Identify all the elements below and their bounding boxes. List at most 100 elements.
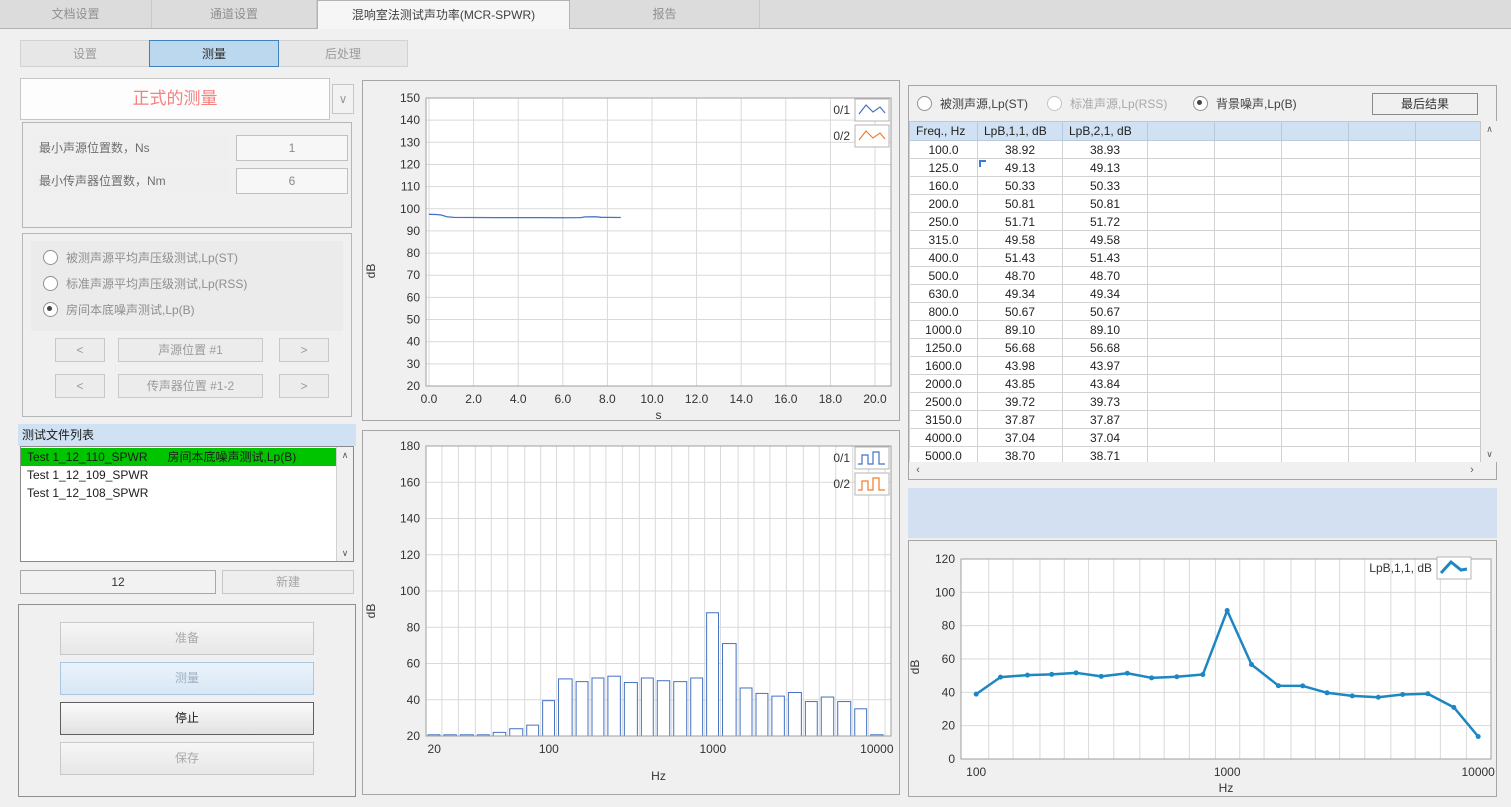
table-cell[interactable]: 38.92	[978, 141, 1063, 159]
table-row[interactable]: 160.050.3350.33	[910, 177, 1481, 195]
prepare-button[interactable]: 准备	[60, 622, 314, 655]
measure-button[interactable]: 测量	[60, 662, 314, 695]
table-row[interactable]: 200.050.8150.81	[910, 195, 1481, 213]
table-cell[interactable]: 50.81	[978, 195, 1063, 213]
table-cell[interactable]	[1349, 393, 1416, 411]
table-cell[interactable]	[1416, 141, 1481, 159]
table-cell[interactable]: 37.87	[978, 411, 1063, 429]
table-vertical-scrollbar[interactable]: ∧ ∨	[1480, 121, 1498, 462]
last-result-button[interactable]: 最后结果	[1372, 93, 1478, 115]
table-cell[interactable]	[1215, 267, 1282, 285]
table-cell[interactable]	[1215, 249, 1282, 267]
table-cell[interactable]	[1148, 411, 1215, 429]
table-cell[interactable]	[1148, 159, 1215, 177]
table-cell[interactable]: 37.04	[978, 429, 1063, 447]
mic-next-button[interactable]: >	[279, 374, 329, 398]
display-radio-lp-st[interactable]: 被测声源,Lp(ST)	[917, 95, 1028, 111]
table-cell[interactable]: 51.43	[978, 249, 1063, 267]
mic-prev-button[interactable]: <	[55, 374, 105, 398]
table-cell[interactable]	[1148, 375, 1215, 393]
table-cell[interactable]	[1416, 321, 1481, 339]
table-cell[interactable]: 50.33	[1063, 177, 1148, 195]
table-cell[interactable]: 50.81	[1063, 195, 1148, 213]
display-radio-lp-rss[interactable]: 标准声源,Lp(RSS)	[1047, 95, 1167, 111]
table-cell[interactable]: 250.0	[910, 213, 978, 231]
table-cell[interactable]	[1148, 195, 1215, 213]
table-cell[interactable]	[1148, 339, 1215, 357]
source-position-button[interactable]: 声源位置 #1	[118, 338, 263, 362]
table-cell[interactable]	[1282, 213, 1349, 231]
subtab-postprocess[interactable]: 后处理	[278, 40, 408, 67]
table-cell[interactable]: 49.58	[978, 231, 1063, 249]
table-cell[interactable]: 51.43	[1063, 249, 1148, 267]
display-radio-lp-b[interactable]: 背景噪声,Lp(B)	[1193, 95, 1297, 111]
table-cell[interactable]: 4000.0	[910, 429, 978, 447]
table-cell[interactable]: 37.04	[1063, 429, 1148, 447]
scroll-down-icon[interactable]: ∨	[337, 545, 353, 561]
table-cell[interactable]: 1250.0	[910, 339, 978, 357]
table-cell[interactable]: 800.0	[910, 303, 978, 321]
table-cell[interactable]	[1282, 393, 1349, 411]
table-cell[interactable]	[1282, 429, 1349, 447]
table-cell[interactable]	[1349, 375, 1416, 393]
table-cell[interactable]	[1349, 213, 1416, 231]
table-row[interactable]: 125.049.1349.13	[910, 159, 1481, 177]
table-cell[interactable]	[1148, 447, 1215, 463]
table-cell[interactable]: 43.85	[978, 375, 1063, 393]
file-list-item[interactable]: Test 1_12_110_SPWR房间本底噪声测试,Lp(B)	[21, 448, 336, 466]
table-horizontal-scrollbar[interactable]: ‹ ›	[910, 463, 1480, 479]
table-cell[interactable]: 125.0	[910, 159, 978, 177]
table-cell[interactable]	[1215, 195, 1282, 213]
subtab-setup[interactable]: 设置	[20, 40, 150, 67]
table-cell[interactable]	[1215, 339, 1282, 357]
table-row[interactable]: 1250.056.6856.68	[910, 339, 1481, 357]
table-cell[interactable]	[1349, 141, 1416, 159]
radio-lp-rss[interactable]: 标准声源平均声压级测试,Lp(RSS)	[43, 275, 247, 291]
table-cell[interactable]: 49.34	[1063, 285, 1148, 303]
table-cell[interactable]	[1148, 321, 1215, 339]
table-cell[interactable]: 89.10	[978, 321, 1063, 339]
table-cell[interactable]	[1416, 357, 1481, 375]
table-cell[interactable]	[1282, 159, 1349, 177]
table-cell[interactable]	[1416, 213, 1481, 231]
table-cell[interactable]: 43.84	[1063, 375, 1148, 393]
table-cell[interactable]: 50.67	[978, 303, 1063, 321]
table-cell[interactable]	[1215, 321, 1282, 339]
table-cell[interactable]	[1416, 447, 1481, 463]
table-cell[interactable]: 56.68	[1063, 339, 1148, 357]
file-list-item[interactable]: Test 1_12_109_SPWR	[21, 466, 336, 484]
table-cell[interactable]	[1349, 267, 1416, 285]
table-cell[interactable]: 1000.0	[910, 321, 978, 339]
table-cell[interactable]	[1148, 285, 1215, 303]
table-cell[interactable]	[1349, 231, 1416, 249]
table-cell[interactable]: 1600.0	[910, 357, 978, 375]
stop-button[interactable]: 停止	[60, 702, 314, 735]
table-cell[interactable]	[1349, 429, 1416, 447]
table-cell[interactable]	[1282, 447, 1349, 463]
table-cell[interactable]	[1215, 231, 1282, 249]
table-cell[interactable]	[1215, 375, 1282, 393]
radio-lp-b[interactable]: 房间本底噪声测试,Lp(B)	[43, 301, 195, 317]
table-cell[interactable]	[1282, 285, 1349, 303]
table-cell[interactable]	[1349, 249, 1416, 267]
table-cell[interactable]: 37.87	[1063, 411, 1148, 429]
table-cell[interactable]: 630.0	[910, 285, 978, 303]
table-row[interactable]: 800.050.6750.67	[910, 303, 1481, 321]
table-cell[interactable]: 38.93	[1063, 141, 1148, 159]
file-list-scrollbar[interactable]: ∧ ∨	[336, 447, 353, 561]
table-cell[interactable]	[1148, 429, 1215, 447]
table-row[interactable]: 3150.037.8737.87	[910, 411, 1481, 429]
table-cell[interactable]: 50.67	[1063, 303, 1148, 321]
table-cell[interactable]	[1282, 321, 1349, 339]
table-cell[interactable]	[1416, 429, 1481, 447]
table-row[interactable]: 400.051.4351.43	[910, 249, 1481, 267]
table-cell[interactable]	[1215, 303, 1282, 321]
table-cell[interactable]	[1416, 393, 1481, 411]
table-cell[interactable]: 400.0	[910, 249, 978, 267]
table-cell[interactable]	[1148, 213, 1215, 231]
table-row[interactable]: 2500.039.7239.73	[910, 393, 1481, 411]
radio-icon[interactable]	[917, 96, 932, 111]
new-file-button[interactable]: 新建	[222, 570, 354, 594]
table-row[interactable]: 1000.089.1089.10	[910, 321, 1481, 339]
table-cell[interactable]	[1282, 339, 1349, 357]
